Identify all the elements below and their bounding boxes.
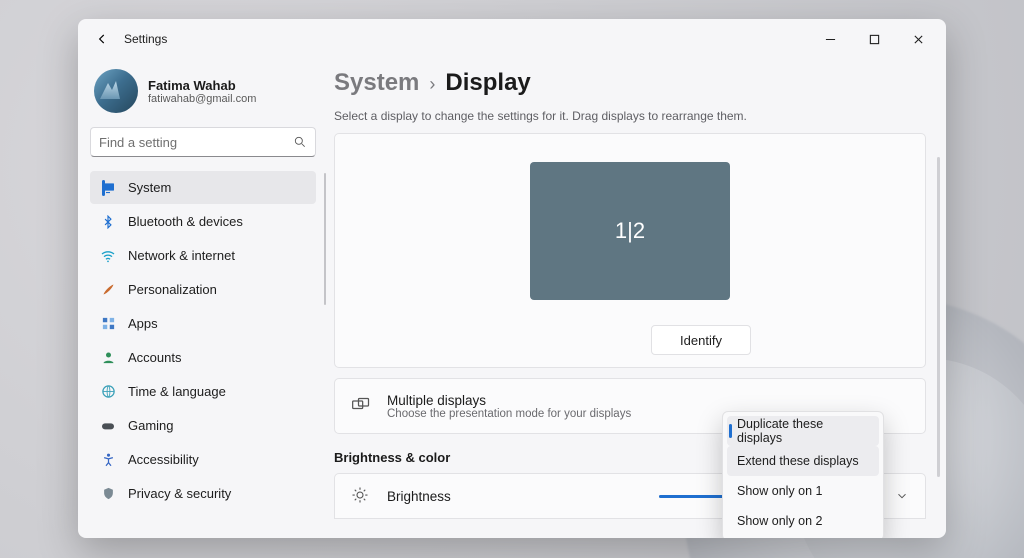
titlebar: Settings bbox=[78, 19, 946, 59]
sidebar-item-label: System bbox=[128, 180, 171, 195]
sidebar-item-personalization[interactable]: Personalization bbox=[90, 273, 316, 306]
window-controls bbox=[808, 24, 940, 54]
sidebar-item-label: Apps bbox=[128, 316, 158, 331]
person-icon bbox=[100, 350, 116, 366]
presentation-mode-dropdown[interactable]: Duplicate these displays Extend these di… bbox=[722, 411, 884, 538]
breadcrumb-current: Display bbox=[445, 69, 530, 97]
settings-window: Settings Fatima Wahab fatiwahab@gmail.co… bbox=[78, 19, 946, 538]
display-tile-label: 1|2 bbox=[615, 218, 645, 244]
dropdown-option-show-1[interactable]: Show only on 1 bbox=[727, 476, 879, 506]
brightness-label: Brightness bbox=[387, 489, 451, 504]
sidebar-item-label: Time & language bbox=[128, 384, 226, 399]
maximize-button[interactable] bbox=[852, 24, 896, 54]
sidebar-item-apps[interactable]: Apps bbox=[90, 307, 316, 340]
minimize-button[interactable] bbox=[808, 24, 852, 54]
main-content: System › Display Select a display to cha… bbox=[328, 59, 946, 538]
accessibility-icon bbox=[100, 452, 116, 468]
chevron-down-icon[interactable] bbox=[895, 489, 909, 503]
wifi-icon bbox=[100, 248, 116, 264]
display-tile[interactable]: 1|2 bbox=[530, 162, 730, 300]
scrollbar[interactable] bbox=[937, 157, 940, 477]
gamepad-icon bbox=[100, 418, 116, 434]
maximize-icon bbox=[869, 34, 880, 45]
nav-scroll-indicator bbox=[324, 173, 326, 305]
arrow-left-icon bbox=[95, 32, 109, 46]
multiple-displays-icon bbox=[351, 396, 371, 416]
app-title: Settings bbox=[124, 32, 167, 46]
sidebar-item-accessibility[interactable]: Accessibility bbox=[90, 443, 316, 476]
globe-icon bbox=[100, 384, 116, 400]
sidebar-item-label: Bluetooth & devices bbox=[128, 214, 243, 229]
sidebar-item-network[interactable]: Network & internet bbox=[90, 239, 316, 272]
card-title: Multiple displays bbox=[387, 393, 631, 408]
shield-icon bbox=[100, 486, 116, 502]
search-input[interactable] bbox=[99, 135, 293, 150]
close-button[interactable] bbox=[896, 24, 940, 54]
display-arrangement-area[interactable]: 1|2 Identify bbox=[334, 133, 926, 368]
apps-icon bbox=[100, 316, 116, 332]
sidebar: Fatima Wahab fatiwahab@gmail.com System bbox=[78, 59, 328, 538]
page-subtitle: Select a display to change the settings … bbox=[334, 109, 926, 123]
sidebar-item-label: Accounts bbox=[128, 350, 181, 365]
back-button[interactable] bbox=[88, 25, 116, 53]
sidebar-item-label: Privacy & security bbox=[128, 486, 231, 501]
close-icon bbox=[913, 34, 924, 45]
search-icon bbox=[293, 135, 307, 149]
profile-email: fatiwahab@gmail.com bbox=[148, 93, 256, 105]
dropdown-option-extend[interactable]: Extend these displays bbox=[727, 446, 879, 476]
sidebar-item-time-language[interactable]: Time & language bbox=[90, 375, 316, 408]
sidebar-item-gaming[interactable]: Gaming bbox=[90, 409, 316, 442]
breadcrumb: System › Display bbox=[334, 69, 926, 97]
sidebar-item-label: Gaming bbox=[128, 418, 174, 433]
sidebar-item-label: Network & internet bbox=[128, 248, 235, 263]
chevron-right-icon: › bbox=[429, 74, 435, 95]
search-box[interactable] bbox=[90, 127, 316, 157]
dropdown-option-show-2[interactable]: Show only on 2 bbox=[727, 506, 879, 536]
breadcrumb-parent[interactable]: System bbox=[334, 69, 419, 97]
sidebar-item-accounts[interactable]: Accounts bbox=[90, 341, 316, 374]
profile-name: Fatima Wahab bbox=[148, 78, 256, 93]
brightness-icon bbox=[351, 486, 371, 506]
card-subtitle: Choose the presentation mode for your di… bbox=[387, 408, 631, 420]
sidebar-item-label: Accessibility bbox=[128, 452, 199, 467]
identify-button[interactable]: Identify bbox=[651, 325, 751, 355]
minimize-icon bbox=[825, 34, 836, 45]
sidebar-item-bluetooth[interactable]: Bluetooth & devices bbox=[90, 205, 316, 238]
sidebar-item-label: Personalization bbox=[128, 282, 217, 297]
brush-icon bbox=[100, 282, 116, 298]
dropdown-option-duplicate[interactable]: Duplicate these displays bbox=[727, 416, 879, 446]
nav-list: System Bluetooth & devices Network & int… bbox=[90, 171, 316, 510]
sidebar-item-system[interactable]: System bbox=[90, 171, 316, 204]
sidebar-item-privacy[interactable]: Privacy & security bbox=[90, 477, 316, 510]
profile-block[interactable]: Fatima Wahab fatiwahab@gmail.com bbox=[90, 65, 316, 127]
avatar bbox=[94, 69, 138, 113]
bluetooth-icon bbox=[100, 214, 116, 230]
